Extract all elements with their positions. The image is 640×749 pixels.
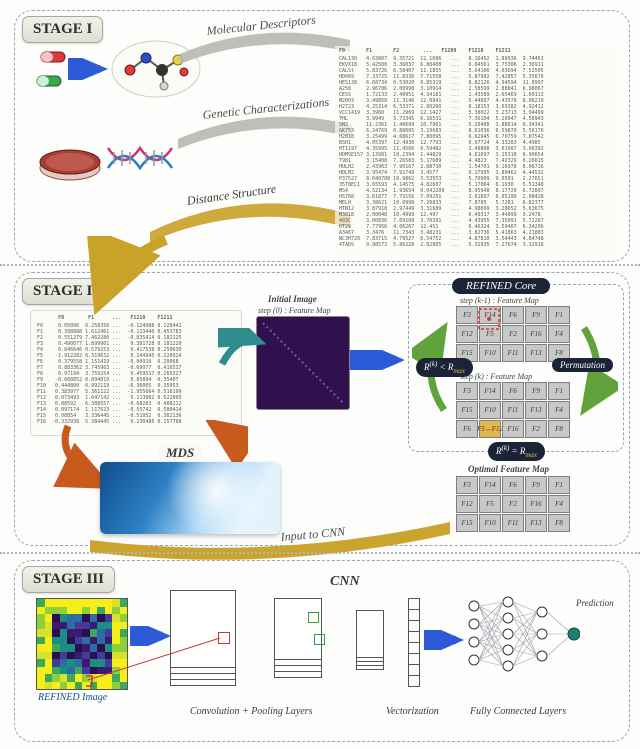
fc-label: Fully Connected Layers	[470, 706, 566, 717]
refined-core-title: REFINED Core	[452, 278, 550, 294]
stage3-label: STAGE III	[22, 566, 115, 593]
stage1-label: STAGE I	[22, 16, 103, 43]
prediction-label: Prediction	[576, 598, 614, 608]
initial-image-title: Initial Image	[268, 294, 317, 304]
blue-arrow-to-core-icon	[350, 350, 404, 370]
matrix-panel: F0 F1 F2 ... F1209 F1210 F1211 CAL130 4.…	[335, 46, 621, 254]
vectorization-stack	[408, 598, 420, 686]
petri-dish-icon	[38, 142, 102, 182]
arrow-pill-to-molecule-icon	[68, 58, 108, 80]
permutation-badge: Permutation	[552, 358, 613, 372]
fc-network-icon	[464, 592, 580, 684]
initial-image	[256, 316, 350, 410]
cond-b-badge: R(k) = Rmax	[488, 442, 545, 461]
dist-body: F0 0.05090 0.258356 ... -0.124988 0.1284…	[37, 323, 182, 425]
dna-icon	[106, 144, 176, 174]
pill-red-icon	[40, 48, 68, 66]
matrix-header: F0 F1 F2 ... F1209 F1210 F1211	[339, 48, 511, 54]
pill-green-icon	[36, 72, 64, 90]
cnn-title: CNN	[330, 574, 360, 590]
conv-stack-2	[274, 598, 352, 684]
conv-label: Convolution + Pooling Layers	[190, 706, 313, 717]
optimal-grid: F3F14F6F9F1F12F5F2F16F4F15F10F11F13F8	[456, 476, 570, 532]
matrix-body: CAL130 4.63807 9.35721 12.1686 ... 8.164…	[339, 56, 544, 248]
mds-label: MDS	[158, 444, 202, 462]
blue-arrow-2-icon	[424, 630, 464, 650]
conv-stack-3	[356, 608, 406, 680]
cond-a-badge: R(k) < Rmax	[416, 358, 473, 377]
initial-image-sub: step (0) : Feature Map	[258, 306, 331, 315]
gold-arrow-down-icon	[86, 236, 186, 316]
vec-label: Vectorization	[386, 706, 439, 717]
opt-title: Optimal Feature Map	[468, 464, 549, 474]
separator2	[0, 552, 640, 554]
teal-arrow-icon	[218, 328, 266, 374]
receptive-line-icon	[86, 636, 236, 696]
distance-matrix-panel: F0 F1 ... F1210 F1211 F0 0.05090 0.25835…	[30, 310, 242, 436]
